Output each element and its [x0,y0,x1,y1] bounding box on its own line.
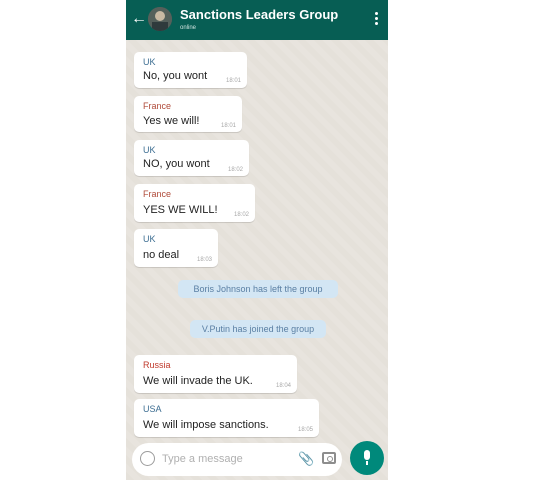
message-bubble[interactable]: UK No, you wont 18:01 [134,52,247,88]
system-notice: Boris Johnson has left the group [178,280,338,298]
message-text: We will invade the UK. [143,375,253,387]
message-time: 18:03 [196,257,212,263]
chat-window: ← Sanctions Leaders Group online UK No, … [126,0,388,480]
message-bubble[interactable]: Russia We will invade the UK. 18:04 [134,355,297,393]
camera-icon[interactable] [322,452,336,464]
message-text: NO, you wont [143,158,210,170]
chat-title[interactable]: Sanctions Leaders Group [180,7,338,22]
message-time: 18:02 [227,167,243,173]
more-vert-icon[interactable] [374,12,380,28]
emoji-icon[interactable] [140,451,155,466]
message-text: Yes we will! [143,115,200,127]
message-time: 18:01 [225,78,241,84]
message-sender: USA [143,404,162,414]
message-sender: UK [143,57,156,67]
message-composer: 📎 [132,443,342,476]
message-bubble[interactable]: UK no deal 18:03 [134,229,218,267]
message-sender: UK [143,234,156,244]
message-time: 18:04 [275,383,291,389]
message-sender: UK [143,145,156,155]
message-sender: Russia [143,360,171,370]
message-bubble[interactable]: USA We will impose sanctions. 18:05 [134,399,319,437]
paperclip-icon[interactable]: 📎 [298,451,314,467]
group-avatar[interactable] [148,7,172,31]
message-bubble[interactable]: France Yes we will! 18:01 [134,96,242,132]
message-text: no deal [143,249,180,261]
message-time: 18:01 [220,123,236,129]
message-text: No, you wont [143,70,208,82]
arrow-left-icon[interactable]: ← [131,9,147,29]
message-text: YES WE WILL! [143,204,218,216]
mic-icon [364,450,370,465]
system-notice: V.Putin has joined the group [190,320,326,338]
message-text: We will impose sanctions. [143,419,269,431]
message-input[interactable] [162,451,282,467]
message-sender: France [143,189,172,199]
mic-button[interactable] [350,441,384,475]
message-sender: France [143,101,172,111]
avatar-image [148,7,172,31]
message-time: 18:05 [297,427,313,433]
message-bubble[interactable]: UK NO, you wont 18:02 [134,140,249,176]
message-bubble[interactable]: France YES WE WILL! 18:02 [134,184,255,222]
chat-subtitle: online [180,25,197,31]
chat-header: ← Sanctions Leaders Group online [126,0,388,40]
message-time: 18:02 [233,212,249,218]
